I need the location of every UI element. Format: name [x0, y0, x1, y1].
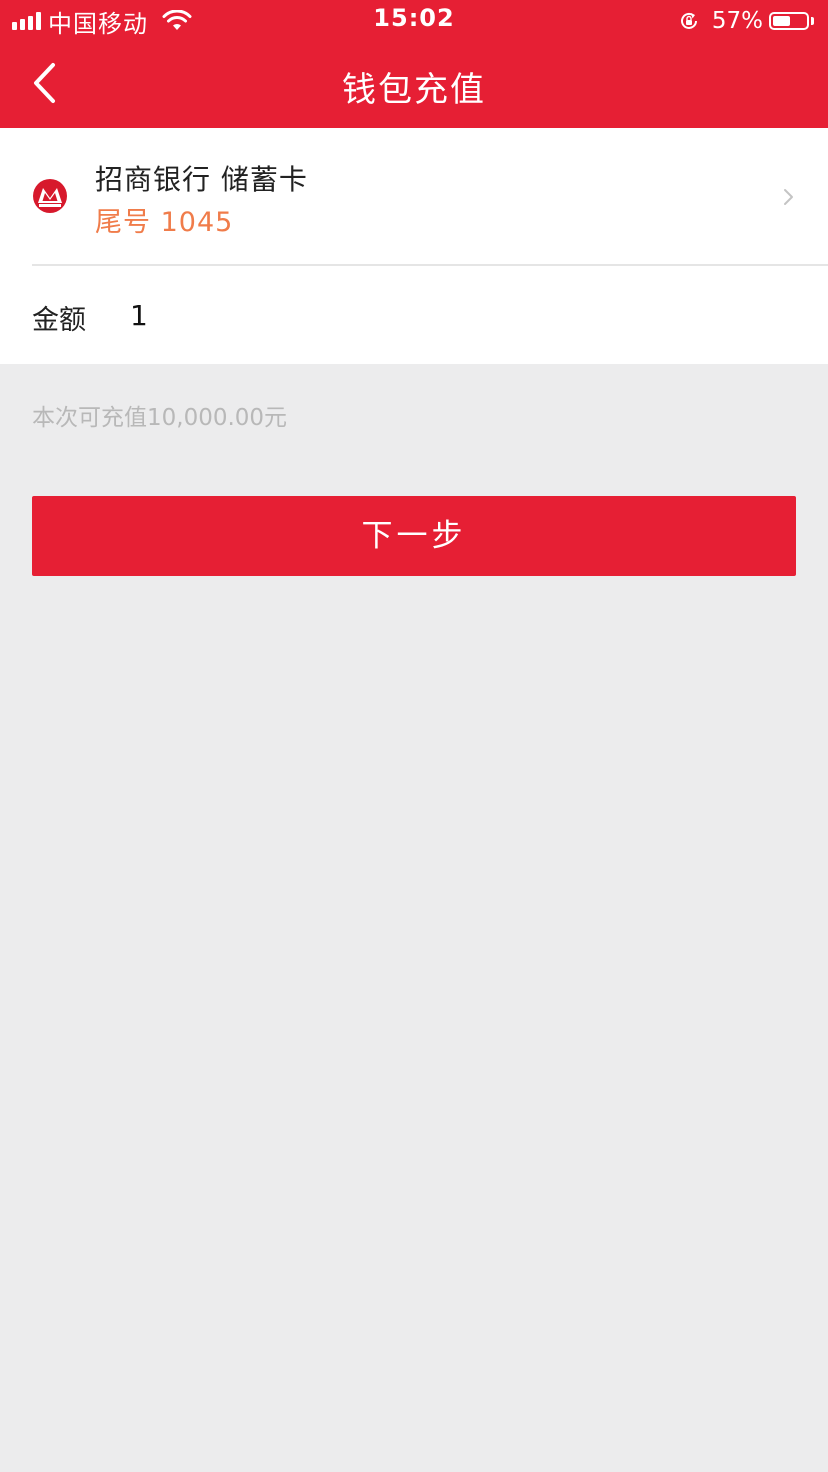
rotation-lock-icon [680, 12, 697, 29]
battery-percent: 57% [711, 8, 763, 34]
amount-label: 金额 [32, 305, 86, 336]
card-tail-number: 尾号 1045 [95, 207, 234, 238]
app-header: 中国移动 15:02 57% 钱包充值 [0, 0, 828, 128]
page-title: 钱包充值 [342, 70, 486, 110]
next-step-button[interactable]: 下一步 [32, 496, 796, 576]
status-bar-right: 57% [678, 6, 814, 36]
battery-nub [811, 17, 814, 25]
amount-input[interactable] [130, 290, 790, 340]
battery-fill [773, 16, 790, 26]
amount-row: 金额 [0, 266, 828, 364]
recharge-limit-hint: 本次可充值10,000.00元 [32, 405, 288, 431]
status-bar: 中国移动 15:02 57% [0, 0, 828, 40]
chevron-right-icon [784, 189, 793, 205]
battery-icon [769, 12, 809, 30]
bank-name: 招商银行 储蓄卡 [95, 163, 308, 196]
bank-card-selector[interactable]: 招商银行 储蓄卡 尾号 1045 [0, 128, 828, 264]
nav-bar: 钱包充值 [0, 40, 828, 128]
payment-panel: 招商银行 储蓄卡 尾号 1045 金额 [0, 128, 828, 364]
cmb-logo-icon [33, 179, 67, 213]
